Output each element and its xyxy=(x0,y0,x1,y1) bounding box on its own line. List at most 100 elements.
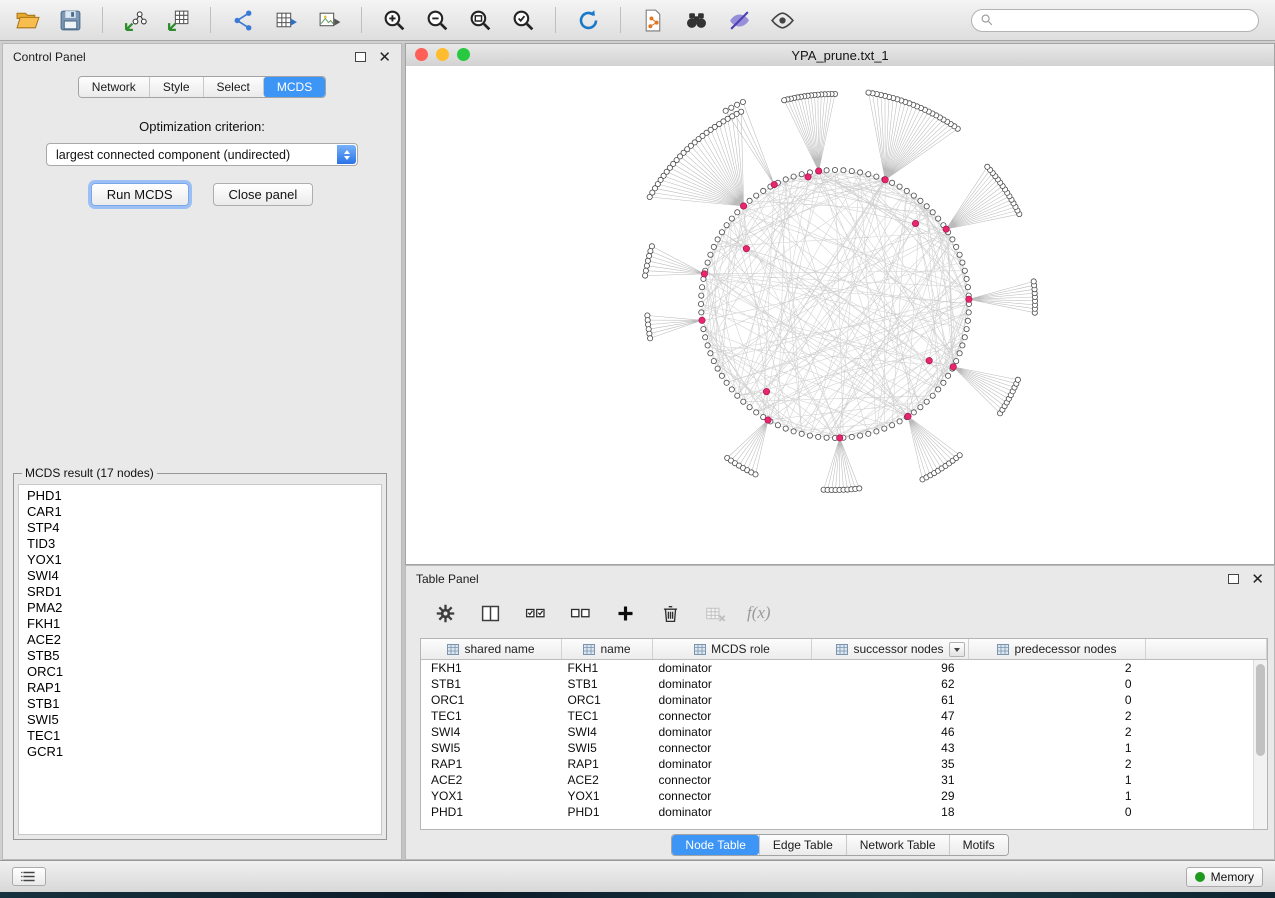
search-input[interactable] xyxy=(999,12,1250,28)
table-panel-tab[interactable]: Edge Table xyxy=(759,835,846,855)
search-box[interactable] xyxy=(971,9,1259,32)
table-row[interactable]: ORC1 ORC1 dominator 61 0 xyxy=(421,692,1267,708)
apply-layout-button[interactable] xyxy=(571,4,605,36)
mcds-result-item[interactable]: STB1 xyxy=(19,696,381,712)
table-row[interactable]: SWI4 SWI4 dominator 46 2 xyxy=(421,724,1267,740)
cell-mcds-role: connector xyxy=(653,772,812,788)
table-row[interactable]: SWI5 SWI5 connector 43 1 xyxy=(421,740,1267,756)
column-icon xyxy=(836,644,848,655)
column-header-predecessor-nodes[interactable]: predecessor nodes xyxy=(969,639,1146,660)
function-builder-button[interactable]: f(x) xyxy=(747,603,771,623)
table-row[interactable]: TEC1 TEC1 connector 47 2 xyxy=(421,708,1267,724)
export-document-button[interactable] xyxy=(636,4,670,36)
run-mcds-button[interactable]: Run MCDS xyxy=(91,183,189,206)
cell-predecessor-nodes: 1 xyxy=(969,740,1146,756)
network-canvas[interactable] xyxy=(406,66,1274,564)
mcds-result-item[interactable]: FKH1 xyxy=(19,616,381,632)
control-panel-tab[interactable]: MCDS xyxy=(263,77,325,97)
status-menu-button[interactable] xyxy=(12,867,46,886)
control-panel-tab[interactable]: Network xyxy=(79,77,149,97)
mcds-result-list[interactable]: PHD1CAR1STP4TID3YOX1SWI4SRD1PMA2FKH1ACE2… xyxy=(18,484,382,835)
cell-mcds-role: connector xyxy=(653,788,812,804)
cell-predecessor-nodes: 2 xyxy=(969,756,1146,772)
mcds-result-item[interactable]: TEC1 xyxy=(19,728,381,744)
add-column-button[interactable] xyxy=(612,600,638,626)
cell-shared-name: SWI5 xyxy=(421,740,562,756)
zoom-out-button[interactable] xyxy=(420,4,454,36)
float-window-icon[interactable] xyxy=(355,52,366,62)
mcds-result-item[interactable]: YOX1 xyxy=(19,552,381,568)
find-button[interactable] xyxy=(679,4,713,36)
column-header-shared-name[interactable]: shared name xyxy=(421,639,562,660)
table-panel-tab[interactable]: Motifs xyxy=(949,835,1008,855)
cell-name: FKH1 xyxy=(562,660,653,677)
mcds-result-item[interactable]: PHD1 xyxy=(19,488,381,504)
new-table-button[interactable] xyxy=(269,4,303,36)
show-columns-button[interactable] xyxy=(477,600,503,626)
table-settings-button[interactable] xyxy=(432,600,458,626)
cell-successor-nodes: 62 xyxy=(812,676,969,692)
table-row[interactable]: RAP1 RAP1 dominator 35 2 xyxy=(421,756,1267,772)
table-row[interactable]: YOX1 YOX1 connector 29 1 xyxy=(421,788,1267,804)
mcds-result-item[interactable]: RAP1 xyxy=(19,680,381,696)
table-panel-tab[interactable]: Network Table xyxy=(846,835,949,855)
maximize-window-button[interactable] xyxy=(457,48,470,61)
close-window-button[interactable] xyxy=(415,48,428,61)
network-window-titlebar[interactable]: YPA_prune.txt_1 xyxy=(406,44,1274,67)
mcds-result-item[interactable]: SWI5 xyxy=(19,712,381,728)
open-file-button[interactable] xyxy=(10,4,44,36)
optimization-criterion-select[interactable]: largest connected component (undirected) xyxy=(46,143,358,166)
zoom-in-button[interactable] xyxy=(377,4,411,36)
main-toolbar xyxy=(0,0,1275,41)
hide-selected-button[interactable] xyxy=(722,4,756,36)
cell-mcds-role: dominator xyxy=(653,724,812,740)
mcds-result-item[interactable]: CAR1 xyxy=(19,504,381,520)
column-header-filler xyxy=(1146,639,1267,660)
table-row[interactable]: PHD1 PHD1 dominator 18 0 xyxy=(421,804,1267,820)
minimize-window-button[interactable] xyxy=(436,48,449,61)
new-network-button[interactable] xyxy=(226,4,260,36)
table-row[interactable]: STB1 STB1 dominator 62 0 xyxy=(421,676,1267,692)
close-panel-icon[interactable]: ✕ xyxy=(1251,572,1264,587)
close-panel-icon[interactable]: ✕ xyxy=(378,50,391,65)
table-row[interactable]: ACE2 ACE2 connector 31 1 xyxy=(421,772,1267,788)
control-panel-tab[interactable]: Style xyxy=(149,77,203,97)
table-panel-tabs: Node TableEdge TableNetwork TableMotifs xyxy=(671,834,1008,856)
float-window-icon[interactable] xyxy=(1228,574,1239,584)
mcds-result-item[interactable]: STP4 xyxy=(19,520,381,536)
mcds-result-item[interactable]: ORC1 xyxy=(19,664,381,680)
table-scrollbar[interactable] xyxy=(1253,660,1267,829)
column-header-successor-nodes[interactable]: successor nodes xyxy=(812,639,969,660)
network-graph[interactable] xyxy=(406,66,1274,564)
import-table-button[interactable] xyxy=(161,4,195,36)
zoom-selected-button[interactable] xyxy=(506,4,540,36)
scrollbar-thumb[interactable] xyxy=(1256,664,1265,756)
mcds-result-item[interactable]: ACE2 xyxy=(19,632,381,648)
mcds-result-item[interactable]: STB5 xyxy=(19,648,381,664)
close-panel-button[interactable]: Close panel xyxy=(213,183,314,206)
mcds-result-item[interactable]: SWI4 xyxy=(19,568,381,584)
column-header-mcds-role[interactable]: MCDS role xyxy=(653,639,812,660)
mcds-result-item[interactable]: PMA2 xyxy=(19,600,381,616)
control-panel-tab[interactable]: Select xyxy=(203,77,263,97)
sort-dropdown-icon[interactable] xyxy=(949,642,965,657)
import-network-button[interactable] xyxy=(118,4,152,36)
delete-column-button[interactable] xyxy=(657,600,683,626)
delete-table-button[interactable] xyxy=(702,600,728,626)
column-header-name[interactable]: name xyxy=(562,639,653,660)
memory-button[interactable]: Memory xyxy=(1186,867,1263,887)
mcds-result-item[interactable]: SRD1 xyxy=(19,584,381,600)
export-image-button[interactable] xyxy=(312,4,346,36)
mcds-result-item[interactable]: GCR1 xyxy=(19,744,381,760)
deselect-all-button[interactable] xyxy=(567,600,593,626)
mcds-result-item[interactable]: TID3 xyxy=(19,536,381,552)
cell-predecessor-nodes: 2 xyxy=(969,724,1146,740)
show-all-button[interactable] xyxy=(765,4,799,36)
save-floppy-icon xyxy=(58,8,83,33)
cell-mcds-role: dominator xyxy=(653,676,812,692)
table-row[interactable]: FKH1 FKH1 dominator 96 2 xyxy=(421,660,1267,677)
save-button[interactable] xyxy=(53,4,87,36)
zoom-fit-button[interactable] xyxy=(463,4,497,36)
select-all-button[interactable] xyxy=(522,600,548,626)
table-panel-tab[interactable]: Node Table xyxy=(672,835,759,855)
